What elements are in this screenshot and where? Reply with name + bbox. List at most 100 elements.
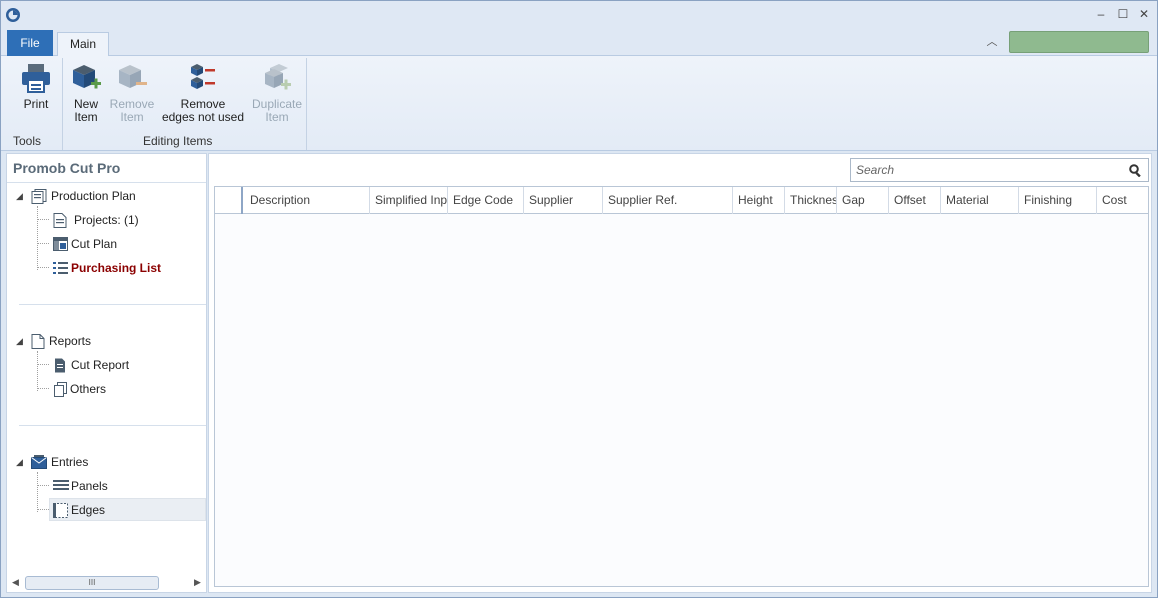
divider	[19, 425, 206, 426]
search-icon[interactable]	[1129, 164, 1142, 177]
expander-reports-icon[interactable]: ◢	[16, 336, 23, 347]
scroll-thumb[interactable]: III	[25, 576, 159, 590]
tree-line	[37, 219, 49, 220]
tree-line	[37, 267, 49, 268]
column-header-height[interactable]: Height	[733, 187, 785, 214]
tree-line	[37, 509, 49, 510]
maximize-button[interactable]: ☐	[1115, 6, 1131, 22]
navigation-panel: Promob Cut Pro ◢ Production Plan Project…	[6, 153, 207, 593]
tree-line	[37, 351, 38, 391]
edges-icon	[53, 503, 68, 518]
expander-production-plan-icon[interactable]: ◢	[16, 191, 23, 202]
remove-item-label-line2: Item	[120, 110, 144, 124]
column-header-edge-code[interactable]: Edge Code	[448, 187, 524, 214]
divider	[7, 182, 206, 183]
cut-report-icon	[55, 358, 65, 373]
expander-entries-icon[interactable]: ◢	[16, 457, 23, 468]
new-item-icon	[73, 65, 101, 89]
scroll-left-icon[interactable]: ◀	[12, 577, 19, 588]
main-content: Search Description Simplified Inp Edge C…	[208, 153, 1152, 593]
tree-node-cut-report[interactable]: Cut Report	[53, 354, 203, 376]
tree-label: Edges	[71, 503, 106, 517]
tree-label: Panels	[71, 479, 108, 493]
column-header-supplier[interactable]: Supplier	[524, 187, 603, 214]
remove-edges-button[interactable]: Remove edges not used	[159, 62, 247, 124]
user-status-box[interactable]	[1009, 31, 1149, 53]
duplicate-item-button[interactable]: Duplicate Item	[250, 62, 304, 124]
production-plan-icon	[31, 189, 47, 204]
collapse-ribbon-icon[interactable]: ︿	[983, 34, 1001, 50]
tree-label: Purchasing List	[71, 261, 162, 275]
column-header-description[interactable]: Description	[245, 187, 370, 214]
tree-line	[37, 243, 49, 244]
nav-horizontal-scrollbar[interactable]: ◀ III ▶	[7, 574, 206, 592]
nav-title: Promob Cut Pro	[13, 160, 121, 176]
remove-edges-label-line2: edges not used	[161, 110, 245, 124]
column-header-simplified-input[interactable]: Simplified Inp	[370, 187, 448, 214]
tab-main[interactable]: Main	[57, 32, 109, 57]
minimize-button[interactable]: –	[1093, 6, 1109, 22]
ribbon-tab-bar: File Main ︿	[1, 28, 1157, 57]
app-logo-icon[interactable]	[5, 7, 21, 23]
tab-file[interactable]: File	[7, 30, 53, 56]
column-header-material[interactable]: Material	[941, 187, 1019, 214]
column-header-gap[interactable]: Gap	[837, 187, 889, 214]
tree-line	[37, 364, 49, 365]
title-bar: – ☐ ✕	[1, 1, 1157, 28]
divider	[19, 304, 206, 305]
panels-icon	[53, 480, 69, 490]
search-input[interactable]: Search	[850, 158, 1149, 182]
group-label-editing-items: Editing Items	[143, 134, 213, 148]
tree-label: Others	[70, 382, 107, 396]
column-header-offset[interactable]: Offset	[889, 187, 941, 214]
tree-node-production-plan[interactable]: Production Plan	[31, 185, 201, 207]
row-indicator-column	[215, 187, 243, 214]
tree-line	[37, 472, 38, 512]
tree-label: Entries	[51, 455, 89, 469]
new-item-label-line2: Item	[74, 110, 98, 124]
group-label-tools: Tools	[13, 134, 42, 148]
printer-icon	[22, 64, 50, 93]
column-header-thickness[interactable]: Thicknes	[785, 187, 837, 214]
tree-line	[37, 485, 49, 486]
data-grid[interactable]: Description Simplified Inp Edge Code Sup…	[214, 186, 1149, 587]
tree-label: Cut Plan	[71, 237, 118, 251]
tree-node-others[interactable]: Others	[53, 378, 203, 400]
copy-pages-icon	[54, 382, 67, 397]
document-icon	[53, 213, 67, 228]
tree-node-entries[interactable]: Entries	[31, 451, 201, 473]
duplicate-item-icon	[265, 64, 291, 90]
group-separator	[62, 58, 63, 150]
tree-line	[37, 388, 49, 389]
tree-label: Cut Report	[71, 358, 130, 372]
tree-node-projects[interactable]: Projects: (1)	[53, 209, 203, 231]
tree-label: Projects: (1)	[74, 213, 139, 227]
close-button[interactable]: ✕	[1136, 6, 1152, 22]
cut-plan-icon	[53, 237, 68, 251]
tree-node-cut-plan[interactable]: Cut Plan	[53, 233, 203, 255]
remove-edges-icon	[191, 64, 215, 89]
remove-item-button[interactable]: Remove Item	[109, 62, 155, 124]
print-button[interactable]: Print	[17, 62, 55, 111]
entries-icon	[31, 455, 47, 469]
tree-node-edges[interactable]: Edges	[53, 499, 203, 521]
scroll-right-icon[interactable]: ▶	[194, 577, 201, 588]
search-placeholder: Search	[856, 163, 895, 177]
column-header-finishing[interactable]: Finishing	[1019, 187, 1097, 214]
tree-node-purchasing-list[interactable]: Purchasing List	[53, 257, 203, 279]
app-window: – ☐ ✕ File Main ︿ Print Tools New Item R…	[0, 0, 1158, 598]
print-label: Print	[23, 97, 49, 111]
grid-header: Description Simplified Inp Edge Code Sup…	[215, 187, 1148, 214]
column-header-supplier-ref[interactable]: Supplier Ref.	[603, 187, 733, 214]
column-header-cost[interactable]: Cost	[1097, 187, 1148, 214]
tree-node-panels[interactable]: Panels	[53, 475, 203, 497]
group-separator	[306, 58, 307, 150]
duplicate-item-label-line2: Item	[265, 110, 289, 124]
report-icon	[31, 334, 45, 349]
tree-label: Production Plan	[51, 189, 136, 203]
new-item-button[interactable]: New Item	[67, 62, 105, 124]
tree-line	[37, 206, 38, 270]
remove-item-icon	[119, 65, 147, 88]
list-icon	[53, 262, 68, 274]
tree-node-reports[interactable]: Reports	[31, 330, 201, 352]
